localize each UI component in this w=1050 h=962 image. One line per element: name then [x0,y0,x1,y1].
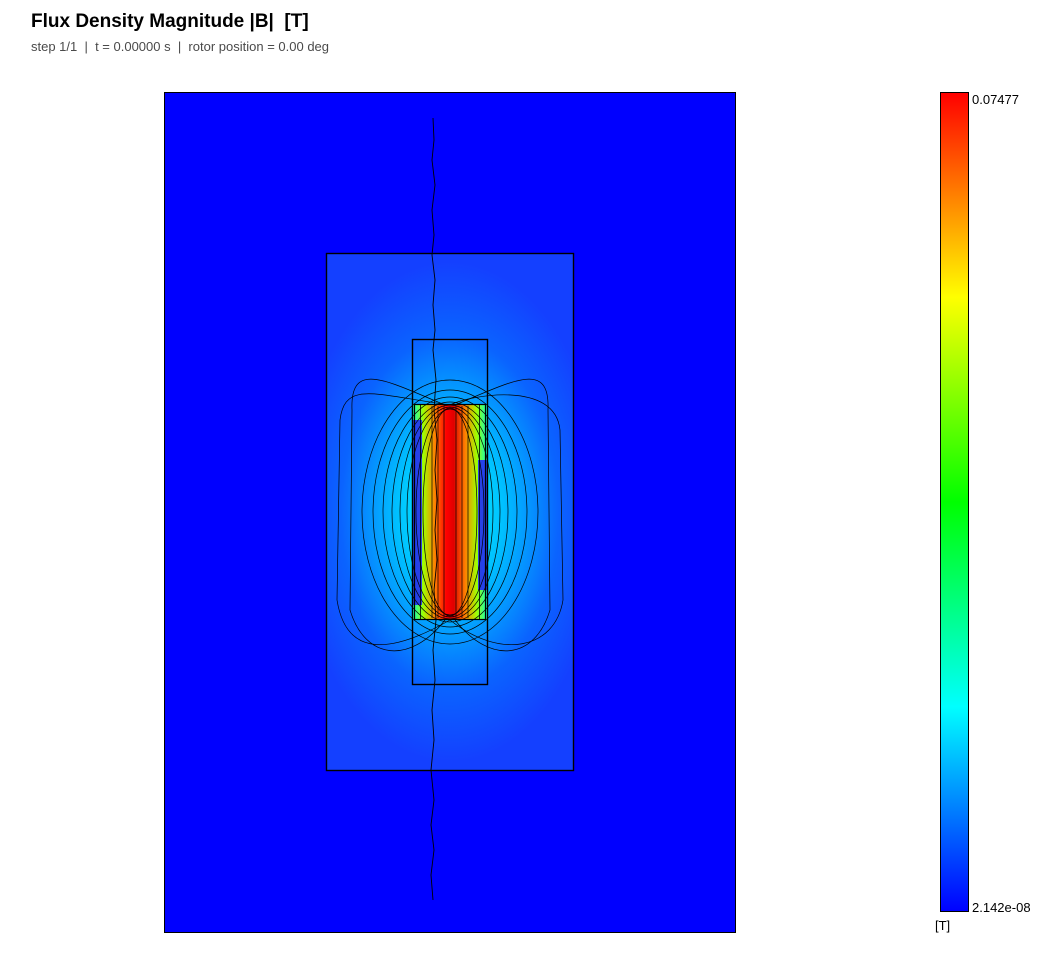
field-plot [164,92,969,933]
colorbar-unit-label: [T] [935,918,951,933]
field-core [412,404,488,620]
colorbar-max-label: 0.07477 [972,92,1019,107]
colorbar [940,92,969,912]
colorbar-min-label: 2.142e-08 [972,900,1031,915]
